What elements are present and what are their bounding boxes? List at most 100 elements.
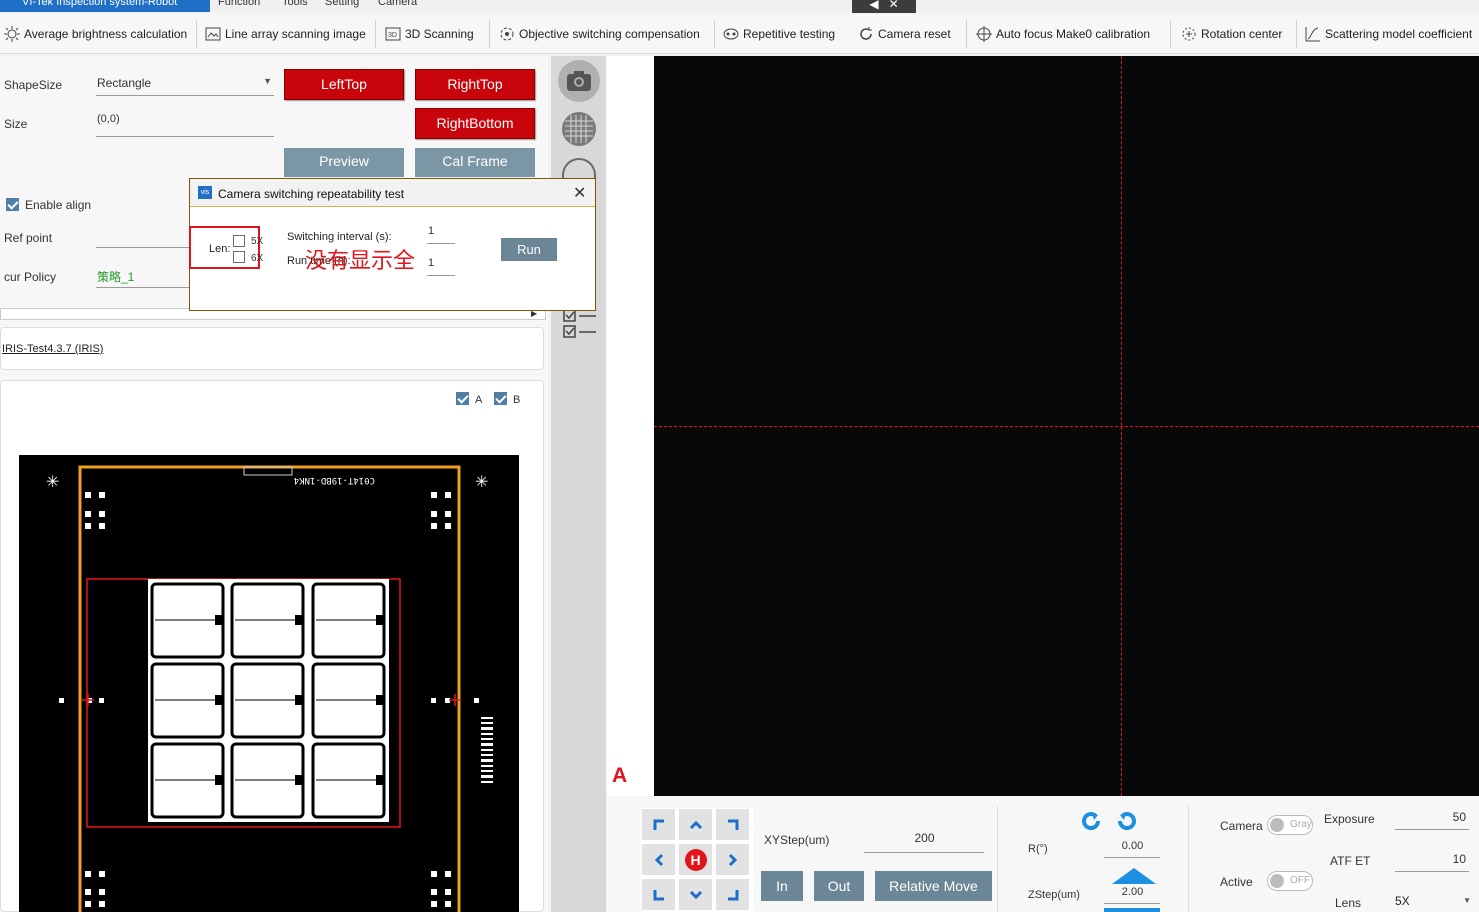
lens-value: 5X	[1395, 894, 1410, 908]
toolbar-auto-focus[interactable]: Auto focus Make0 calibration	[975, 22, 1150, 46]
camera-icon[interactable]	[558, 60, 600, 102]
toolbar-average-brightness[interactable]: Average brightness calculation	[3, 22, 187, 46]
toolbar-label: Average brightness calculation	[24, 27, 188, 41]
r-label: R(°)	[1028, 843, 1048, 855]
size-field[interactable]: (0,0)	[96, 113, 274, 137]
atf-field[interactable]: 10	[1395, 852, 1469, 872]
toolbar-3d-scanning[interactable]: 3D 3D Scanning	[384, 22, 474, 46]
svg-text:✳: ✳	[46, 472, 59, 491]
camera-switching-dialog: vis Camera switching repeatability test …	[189, 178, 596, 311]
chevron-up-icon	[689, 820, 702, 829]
cur-policy-field[interactable]: 策略_1	[96, 268, 190, 288]
toolbar-rotation-center[interactable]: Rotation center	[1180, 22, 1282, 46]
active-label: Active	[1220, 875, 1253, 889]
dialog-title: Camera switching repeatability test	[218, 187, 405, 201]
z-down-icon[interactable]	[1104, 908, 1160, 912]
jog-up-left-button[interactable]	[641, 808, 676, 841]
menu-camera[interactable]: Camera	[378, 0, 417, 12]
ref-point-field[interactable]	[96, 230, 190, 248]
righttop-button[interactable]: RightTop	[415, 69, 535, 100]
reset-icon	[860, 27, 872, 40]
jog-down-button[interactable]	[678, 878, 713, 911]
switch-interval-label: Switching interval (s):	[287, 231, 392, 243]
toolbar-objective-switching[interactable]: Objective switching compensation	[498, 22, 700, 46]
exposure-field[interactable]: 50	[1395, 810, 1469, 830]
xystep-field[interactable]: 200	[864, 831, 984, 853]
lens-5x-checkbox[interactable]	[233, 235, 245, 247]
active-toggle[interactable]: OFF	[1267, 871, 1313, 891]
chevron-left-icon	[654, 853, 663, 866]
enable-align-checkbox[interactable]	[6, 198, 19, 211]
rotation-center-icon	[1182, 27, 1196, 41]
cal-frame-button[interactable]: Cal Frame	[415, 148, 535, 177]
app-title: VI-Tek Inspection system-Robot	[0, 0, 210, 12]
toolbar-divider	[375, 20, 376, 48]
preview-button[interactable]: Preview	[284, 148, 404, 177]
len-label: Len:	[209, 243, 231, 255]
layer-b-label: B	[513, 394, 521, 406]
lens-select[interactable]: 5X ▼	[1395, 894, 1471, 912]
camera-live-view[interactable]	[654, 56, 1479, 796]
jog-left-button[interactable]	[641, 843, 676, 876]
rightbottom-button[interactable]: RightBottom	[415, 108, 535, 139]
layer-a-checkbox[interactable]	[456, 392, 469, 405]
svg-text:✳: ✳	[475, 472, 488, 491]
close-icon[interactable]: ✕	[573, 183, 586, 203]
toolbar-label: Auto focus Make0 calibration	[996, 27, 1151, 41]
run-button[interactable]: Run	[501, 238, 557, 261]
menu-tools[interactable]: Tools	[282, 0, 308, 12]
toolbar-camera-reset[interactable]: Camera reset	[857, 22, 951, 46]
enable-align-label: Enable align	[25, 198, 92, 212]
grid-icon[interactable]	[562, 112, 596, 146]
zstep-field[interactable]: 2.00	[1104, 886, 1160, 904]
out-button[interactable]: Out	[814, 871, 864, 901]
window-controls[interactable]: ◀ ✕	[852, 0, 916, 13]
toolbar-label: Camera reset	[878, 27, 951, 41]
relative-move-button[interactable]: Relative Move	[875, 871, 992, 901]
cur-policy-label: cur Policy	[4, 270, 57, 284]
lens-5x-label: 5X	[251, 236, 264, 247]
dialog-title-bar: vis Camera switching repeatability test …	[190, 179, 595, 207]
recipe-link[interactable]: IRIS-Test4.3.7 (IRIS)	[2, 343, 103, 355]
corner-up-right-icon	[727, 819, 738, 830]
close-icon[interactable]: ✕	[889, 0, 899, 11]
chevron-down-icon: ▼	[1463, 896, 1471, 905]
pin-icon[interactable]: ◀	[869, 0, 878, 11]
corner-down-right-icon	[727, 889, 738, 900]
menu-setting[interactable]: Setting	[325, 0, 359, 12]
jog-up-right-button[interactable]	[715, 808, 750, 841]
checklist-icon[interactable]	[562, 308, 598, 340]
line-scan-icon	[205, 27, 221, 41]
rotate-ccw-icon[interactable]	[1078, 808, 1104, 834]
rotate-cw-icon[interactable]	[1114, 808, 1140, 834]
run-time-field[interactable]: 1	[427, 257, 455, 276]
layer-b-checkbox[interactable]	[494, 392, 507, 405]
lefttop-button[interactable]: LeftTop	[284, 69, 404, 100]
shape-size-select[interactable]: Rectangle ▼	[96, 76, 274, 96]
toolbar-line-scan[interactable]: Line array scanning image	[204, 22, 366, 46]
wafer-map[interactable]: ✳ ✳ C014T-19BD-1NK4	[19, 455, 519, 912]
objective-switch-icon	[500, 27, 514, 41]
jog-right-button[interactable]	[715, 843, 750, 876]
toolbar-divider	[966, 20, 967, 48]
camera-gray-toggle[interactable]: Gray	[1267, 815, 1313, 835]
toolbar-label: Line array scanning image	[225, 27, 366, 41]
switch-interval-field[interactable]: 1	[427, 225, 455, 244]
menu-function[interactable]: Function	[218, 0, 260, 12]
toolbar-scattering-model[interactable]: Scattering model coefficient	[1304, 22, 1472, 46]
home-button[interactable]: H	[678, 843, 713, 876]
jog-down-left-button[interactable]	[641, 878, 676, 911]
toolbar-label: Scattering model coefficient	[1325, 27, 1473, 41]
3d-scan-icon: 3D	[385, 27, 401, 41]
jog-up-button[interactable]	[678, 808, 713, 841]
shape-size-value: Rectangle	[97, 76, 152, 90]
in-button[interactable]: In	[761, 871, 803, 901]
r-field[interactable]: 0.00	[1104, 840, 1160, 858]
lens-6x-checkbox[interactable]	[233, 251, 245, 263]
toolbar-divider	[196, 20, 197, 48]
jog-down-right-button[interactable]	[715, 878, 750, 911]
toolbar-repetitive-testing[interactable]: Repetitive testing	[722, 22, 835, 46]
exposure-label: Exposure	[1324, 812, 1375, 826]
corner-up-left-icon	[653, 819, 664, 830]
z-up-icon[interactable]	[1112, 868, 1156, 884]
